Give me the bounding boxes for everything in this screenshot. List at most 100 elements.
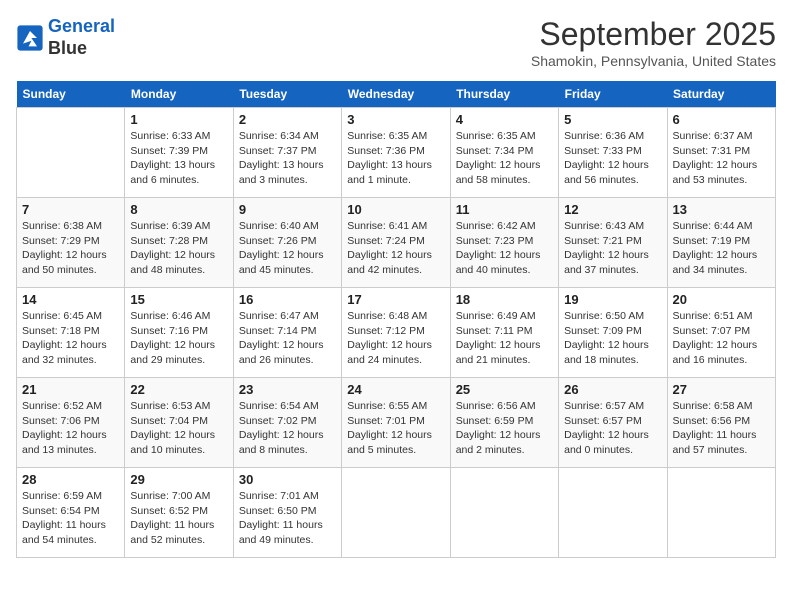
calendar-table: SundayMondayTuesdayWednesdayThursdayFrid… [16, 81, 776, 558]
day-info: Sunrise: 6:52 AMSunset: 7:06 PMDaylight:… [22, 399, 119, 458]
day-info: Sunrise: 6:55 AMSunset: 7:01 PMDaylight:… [347, 399, 444, 458]
day-info: Sunrise: 6:34 AMSunset: 7:37 PMDaylight:… [239, 129, 336, 188]
day-number: 20 [673, 292, 770, 307]
day-number: 8 [130, 202, 227, 217]
day-number: 4 [456, 112, 553, 127]
day-number: 6 [673, 112, 770, 127]
day-info: Sunrise: 6:35 AMSunset: 7:36 PMDaylight:… [347, 129, 444, 188]
calendar-day-cell [450, 468, 558, 558]
page-header: General Blue September 2025 Shamokin, Pe… [16, 16, 776, 69]
calendar-day-cell: 18 Sunrise: 6:49 AMSunset: 7:11 PMDayligh… [450, 288, 558, 378]
day-number: 28 [22, 472, 119, 487]
calendar-day-cell [559, 468, 667, 558]
calendar-day-cell: 7 Sunrise: 6:38 AMSunset: 7:29 PMDaylight… [17, 198, 125, 288]
calendar-day-cell: 3 Sunrise: 6:35 AMSunset: 7:36 PMDaylight… [342, 108, 450, 198]
calendar-day-cell: 2Sunrise: 6:34 AMSunset: 7:37 PMDaylight… [233, 108, 341, 198]
day-number: 18 [456, 292, 553, 307]
day-info: Sunrise: 7:01 AMSunset: 6:50 PMDaylight:… [239, 489, 336, 548]
calendar-day-cell: 17Sunrise: 6:48 AMSunset: 7:12 PMDayligh… [342, 288, 450, 378]
day-info: Sunrise: 6:49 AMSunset: 7:11 PMDaylight:… [456, 309, 553, 368]
day-info: Sunrise: 6:43 AMSunset: 7:21 PMDaylight:… [564, 219, 661, 278]
day-info: Sunrise: 6:38 AMSunset: 7:29 PMDaylight:… [22, 219, 119, 278]
calendar-day-cell: 20 Sunrise: 6:51 AMSunset: 7:07 PMDayligh… [667, 288, 775, 378]
day-number: 19 [564, 292, 661, 307]
day-of-week-header: Sunday [17, 81, 125, 108]
day-info: Sunrise: 6:59 AMSunset: 6:54 PMDaylight:… [22, 489, 119, 548]
day-info: Sunrise: 6:40 AMSunset: 7:26 PMDaylight:… [239, 219, 336, 278]
day-number: 3 [347, 112, 444, 127]
logo-icon [16, 24, 44, 52]
calendar-day-cell: 6 Sunrise: 6:37 AMSunset: 7:31 PMDaylight… [667, 108, 775, 198]
day-info: Sunrise: 6:39 AMSunset: 7:28 PMDaylight:… [130, 219, 227, 278]
day-number: 29 [130, 472, 227, 487]
day-info: Sunrise: 6:35 AMSunset: 7:34 PMDaylight:… [456, 129, 553, 188]
day-number: 24 [347, 382, 444, 397]
day-number: 1 [130, 112, 227, 127]
day-of-week-header: Saturday [667, 81, 775, 108]
calendar-day-cell: 29 Sunrise: 7:00 AMSunset: 6:52 PMDayligh… [125, 468, 233, 558]
day-number: 5 [564, 112, 661, 127]
day-info: Sunrise: 6:46 AMSunset: 7:16 PMDaylight:… [130, 309, 227, 368]
calendar-day-cell [667, 468, 775, 558]
day-number: 22 [130, 382, 227, 397]
calendar-header-row: SundayMondayTuesdayWednesdayThursdayFrid… [17, 81, 776, 108]
day-info: Sunrise: 6:42 AMSunset: 7:23 PMDaylight:… [456, 219, 553, 278]
day-info: Sunrise: 6:45 AMSunset: 7:18 PMDaylight:… [22, 309, 119, 368]
day-info: Sunrise: 6:37 AMSunset: 7:31 PMDaylight:… [673, 129, 770, 188]
calendar-day-cell: 12 Sunrise: 6:43 AMSunset: 7:21 PMDayligh… [559, 198, 667, 288]
month-title: September 2025 [531, 16, 776, 53]
day-info: Sunrise: 6:53 AMSunset: 7:04 PMDaylight:… [130, 399, 227, 458]
day-of-week-header: Thursday [450, 81, 558, 108]
day-of-week-header: Friday [559, 81, 667, 108]
calendar-day-cell: 13Sunrise: 6:44 AMSunset: 7:19 PMDayligh… [667, 198, 775, 288]
calendar-day-cell: 30Sunrise: 7:01 AMSunset: 6:50 PMDayligh… [233, 468, 341, 558]
calendar-day-cell: 5 Sunrise: 6:36 AMSunset: 7:33 PMDaylight… [559, 108, 667, 198]
day-number: 12 [564, 202, 661, 217]
day-number: 25 [456, 382, 553, 397]
calendar-day-cell: 16Sunrise: 6:47 AMSunset: 7:14 PMDayligh… [233, 288, 341, 378]
calendar-day-cell: 21 Sunrise: 6:52 AMSunset: 7:06 PMDayligh… [17, 378, 125, 468]
day-number: 16 [239, 292, 336, 307]
day-info: Sunrise: 6:54 AMSunset: 7:02 PMDaylight:… [239, 399, 336, 458]
day-of-week-header: Monday [125, 81, 233, 108]
logo: General Blue [16, 16, 115, 59]
calendar-week-row: 1Sunrise: 6:33 AMSunset: 7:39 PMDaylight… [17, 108, 776, 198]
day-of-week-header: Wednesday [342, 81, 450, 108]
calendar-day-cell: 14 Sunrise: 6:45 AMSunset: 7:18 PMDayligh… [17, 288, 125, 378]
day-info: Sunrise: 6:36 AMSunset: 7:33 PMDaylight:… [564, 129, 661, 188]
calendar-day-cell: 1Sunrise: 6:33 AMSunset: 7:39 PMDaylight… [125, 108, 233, 198]
calendar-day-cell: 22 Sunrise: 6:53 AMSunset: 7:04 PMDayligh… [125, 378, 233, 468]
day-info: Sunrise: 6:48 AMSunset: 7:12 PMDaylight:… [347, 309, 444, 368]
day-info: Sunrise: 6:51 AMSunset: 7:07 PMDaylight:… [673, 309, 770, 368]
calendar-day-cell: 11 Sunrise: 6:42 AMSunset: 7:23 PMDayligh… [450, 198, 558, 288]
day-number: 21 [22, 382, 119, 397]
calendar-day-cell: 4 Sunrise: 6:35 AMSunset: 7:34 PMDaylight… [450, 108, 558, 198]
calendar-day-cell: 27 Sunrise: 6:58 AMSunset: 6:56 PMDayligh… [667, 378, 775, 468]
day-info: Sunrise: 6:58 AMSunset: 6:56 PMDaylight:… [673, 399, 770, 458]
day-number: 26 [564, 382, 661, 397]
calendar-day-cell [17, 108, 125, 198]
day-number: 11 [456, 202, 553, 217]
calendar-week-row: 7 Sunrise: 6:38 AMSunset: 7:29 PMDaylight… [17, 198, 776, 288]
day-number: 9 [239, 202, 336, 217]
day-info: Sunrise: 6:57 AMSunset: 6:57 PMDaylight:… [564, 399, 661, 458]
calendar-day-cell: 25 Sunrise: 6:56 AMSunset: 6:59 PMDayligh… [450, 378, 558, 468]
day-number: 14 [22, 292, 119, 307]
day-number: 10 [347, 202, 444, 217]
location-subtitle: Shamokin, Pennsylvania, United States [531, 53, 776, 69]
calendar-day-cell: 9 Sunrise: 6:40 AMSunset: 7:26 PMDaylight… [233, 198, 341, 288]
calendar-day-cell: 19 Sunrise: 6:50 AMSunset: 7:09 PMDayligh… [559, 288, 667, 378]
day-info: Sunrise: 6:41 AMSunset: 7:24 PMDaylight:… [347, 219, 444, 278]
day-number: 27 [673, 382, 770, 397]
logo-line2: Blue [48, 38, 115, 60]
day-info: Sunrise: 6:56 AMSunset: 6:59 PMDaylight:… [456, 399, 553, 458]
day-info: Sunrise: 6:50 AMSunset: 7:09 PMDaylight:… [564, 309, 661, 368]
day-info: Sunrise: 7:00 AMSunset: 6:52 PMDaylight:… [130, 489, 227, 548]
day-number: 15 [130, 292, 227, 307]
calendar-day-cell: 23Sunrise: 6:54 AMSunset: 7:02 PMDayligh… [233, 378, 341, 468]
day-number: 7 [22, 202, 119, 217]
day-of-week-header: Tuesday [233, 81, 341, 108]
title-block: September 2025 Shamokin, Pennsylvania, U… [531, 16, 776, 69]
calendar-day-cell [342, 468, 450, 558]
calendar-day-cell: 10 Sunrise: 6:41 AMSunset: 7:24 PMDayligh… [342, 198, 450, 288]
